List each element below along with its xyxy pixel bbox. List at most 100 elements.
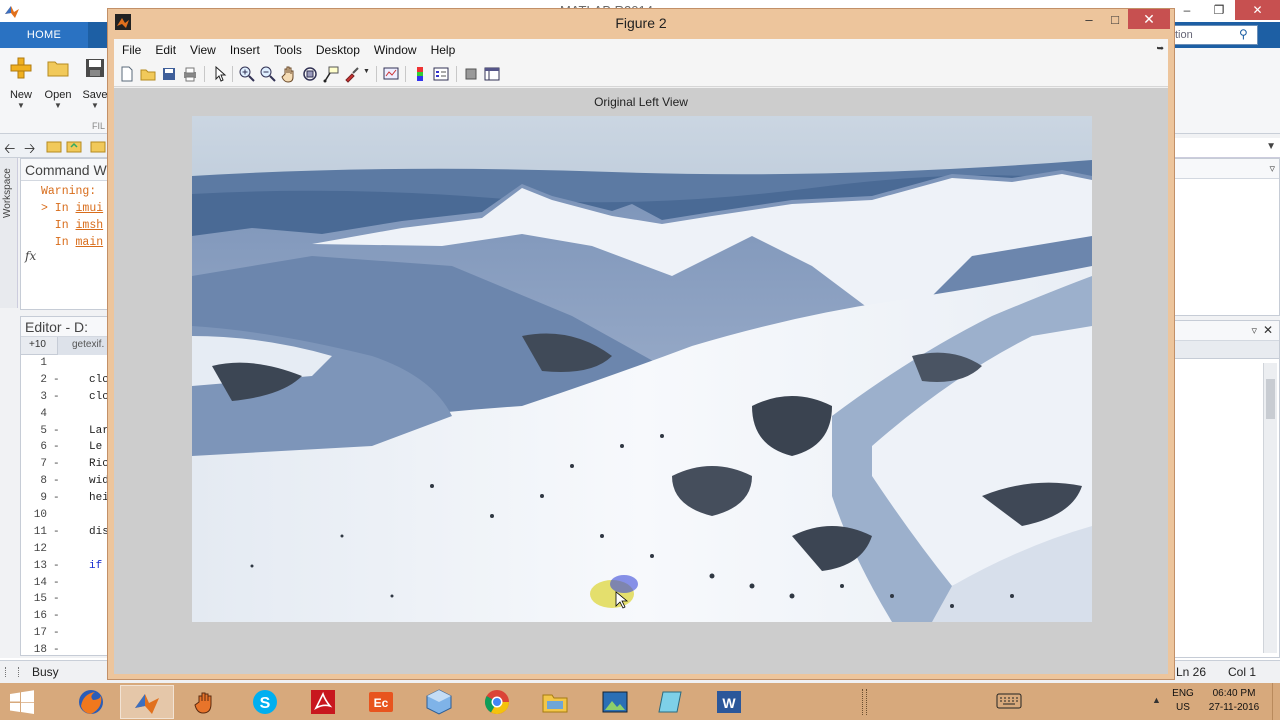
zoom-out-icon[interactable] xyxy=(259,65,277,83)
breakpoint-marker[interactable]: - xyxy=(53,441,60,453)
search-icon[interactable]: ⚲ xyxy=(1239,27,1248,41)
close-icon[interactable]: ✕ xyxy=(1263,323,1273,337)
taskbar-file-explorer[interactable] xyxy=(528,685,582,719)
up-folder-icon[interactable] xyxy=(46,139,62,153)
colorbar-icon[interactable] xyxy=(411,65,429,83)
menu-window[interactable]: Window xyxy=(367,43,424,57)
menu-edit[interactable]: Edit xyxy=(148,43,183,57)
current-folder-dropdown[interactable]: ▼ xyxy=(1174,138,1280,158)
command-link[interactable]: main xyxy=(76,236,104,249)
language-indicator[interactable]: ENG US xyxy=(1168,687,1198,715)
breakpoint-marker[interactable]: - xyxy=(53,577,60,589)
editor-line[interactable]: 17- xyxy=(21,627,107,644)
vertical-scrollbar[interactable] xyxy=(1263,363,1277,653)
scrollbar-thumb[interactable] xyxy=(1266,379,1275,419)
menu-file[interactable]: File xyxy=(114,43,148,57)
breakpoint-marker[interactable]: - xyxy=(53,492,60,504)
editor-line[interactable]: 18- xyxy=(21,644,107,661)
zoom-in-icon[interactable] xyxy=(238,65,256,83)
breakpoint-marker[interactable]: - xyxy=(53,593,60,605)
editor-line[interactable]: 14- xyxy=(21,577,107,594)
figure-maximize-button[interactable]: □ xyxy=(1102,9,1128,29)
command-window[interactable]: Command W Warning: > In imui In imsh In … xyxy=(20,158,108,310)
folder-icon[interactable] xyxy=(90,139,106,153)
pane-menu-icon[interactable]: ▿ xyxy=(1251,324,1257,337)
hide-plot-tools-icon[interactable] xyxy=(462,65,480,83)
breakpoint-marker[interactable]: - xyxy=(53,560,60,572)
browse-folder-icon[interactable] xyxy=(66,139,82,153)
matlab-minimize-button[interactable]: – xyxy=(1171,0,1203,20)
breakpoint-marker[interactable]: - xyxy=(53,374,60,386)
fx-prompt-icon[interactable]: fx xyxy=(25,249,36,263)
taskbar-matlab[interactable] xyxy=(120,685,174,719)
brush-icon[interactable] xyxy=(343,65,361,83)
open-button[interactable]: Open ▼ xyxy=(39,56,77,110)
editor-line[interactable]: 6- Le xyxy=(21,441,107,458)
link-plot-icon[interactable] xyxy=(382,65,400,83)
system-clock[interactable]: 06:40 PM 27-11-2016 xyxy=(1204,687,1264,715)
data-cursor-icon[interactable] xyxy=(322,65,340,83)
menu-view[interactable]: View xyxy=(183,43,223,57)
workspace-collapsed-tab[interactable]: Workspace xyxy=(0,158,18,308)
taskbar-chrome[interactable] xyxy=(470,685,524,719)
editor-line[interactable]: 11- dis xyxy=(21,526,109,543)
rotate-3d-icon[interactable] xyxy=(301,65,319,83)
show-plot-tools-icon[interactable] xyxy=(483,65,501,83)
figure-minimize-button[interactable]: – xyxy=(1076,9,1102,29)
figure-canvas[interactable]: Original Left View xyxy=(114,88,1168,674)
editor-line[interactable]: 13- if xyxy=(21,560,107,577)
editor-line[interactable]: 3- clc xyxy=(21,391,108,408)
edit-plot-icon[interactable] xyxy=(210,65,228,83)
editor-line[interactable]: 15- xyxy=(21,593,107,610)
pane-menu-icon[interactable]: ▿ xyxy=(1269,162,1275,175)
matlab-maximize-button[interactable]: ❐ xyxy=(1203,0,1235,20)
tab-home[interactable]: HOME xyxy=(0,22,88,48)
breakpoint-marker[interactable]: - xyxy=(53,627,60,639)
taskbar-hand-app[interactable] xyxy=(180,685,234,719)
taskbar-box-app[interactable] xyxy=(412,685,466,719)
taskbar-notepad[interactable] xyxy=(644,685,698,719)
menu-desktop[interactable]: Desktop xyxy=(309,43,367,57)
editor-line[interactable]: 12 xyxy=(21,543,107,560)
show-desktop-button[interactable] xyxy=(1272,683,1280,720)
breakpoint-marker[interactable]: - xyxy=(53,458,60,470)
editor-line[interactable]: 9- hei xyxy=(21,492,108,509)
menu-help[interactable]: Help xyxy=(424,43,463,57)
editor-panel[interactable]: Editor - D: +10 getexif. 1 2- clc 3- clc 4 5- L… xyxy=(20,316,120,656)
editor-tab-overflow[interactable]: +10 xyxy=(29,339,46,350)
matlab-close-button[interactable]: ✕ xyxy=(1235,0,1280,20)
editor-line[interactable]: 7- Ric xyxy=(21,458,108,475)
breakpoint-marker[interactable]: - xyxy=(53,425,60,437)
save-figure-icon[interactable] xyxy=(160,65,178,83)
editor-line[interactable]: 16- xyxy=(21,610,107,627)
mountain-image[interactable] xyxy=(192,116,1092,622)
breakpoint-marker[interactable]: - xyxy=(53,391,60,403)
editor-line[interactable]: 2- clc xyxy=(21,374,108,391)
menu-insert[interactable]: Insert xyxy=(223,43,267,57)
taskbar-firefox[interactable] xyxy=(64,685,118,719)
breakpoint-marker[interactable]: - xyxy=(53,475,60,487)
taskbar-acrobat[interactable] xyxy=(296,685,350,719)
pan-icon[interactable] xyxy=(280,65,298,83)
command-link[interactable]: imsh xyxy=(76,219,104,232)
dock-arrow-icon[interactable]: ➥ xyxy=(1156,43,1164,54)
breakpoint-marker[interactable]: - xyxy=(53,526,60,538)
command-link[interactable]: imui xyxy=(76,202,104,215)
editor-line[interactable]: 5- Lar xyxy=(21,425,108,442)
print-figure-icon[interactable] xyxy=(181,65,199,83)
chevron-down-icon[interactable]: ▼ xyxy=(363,68,370,75)
breakpoint-marker[interactable]: - xyxy=(53,610,60,622)
editor-line[interactable]: 4 xyxy=(21,408,107,425)
taskbar-skype[interactable]: S xyxy=(238,685,292,719)
taskbar-photo-viewer[interactable] xyxy=(588,685,642,719)
taskbar-presenter[interactable]: Ec xyxy=(354,685,408,719)
figure-close-button[interactable]: ✕ xyxy=(1128,9,1170,29)
editor-code-area[interactable]: 1 2- clc 3- clc 4 5- Lar 6- Le 7- Ric 8- wid 9- hei 10 11… xyxy=(21,355,109,661)
windows-start-icon[interactable] xyxy=(8,690,36,714)
tray-overflow-icon[interactable]: ▲ xyxy=(1152,695,1161,705)
taskbar-word[interactable]: W xyxy=(702,685,756,719)
figure-titlebar[interactable]: Figure 2 – □ ✕ xyxy=(108,9,1174,37)
touch-keyboard-icon[interactable] xyxy=(996,693,1022,709)
new-figure-icon[interactable] xyxy=(118,65,136,83)
editor-line[interactable]: 1 xyxy=(21,357,107,374)
